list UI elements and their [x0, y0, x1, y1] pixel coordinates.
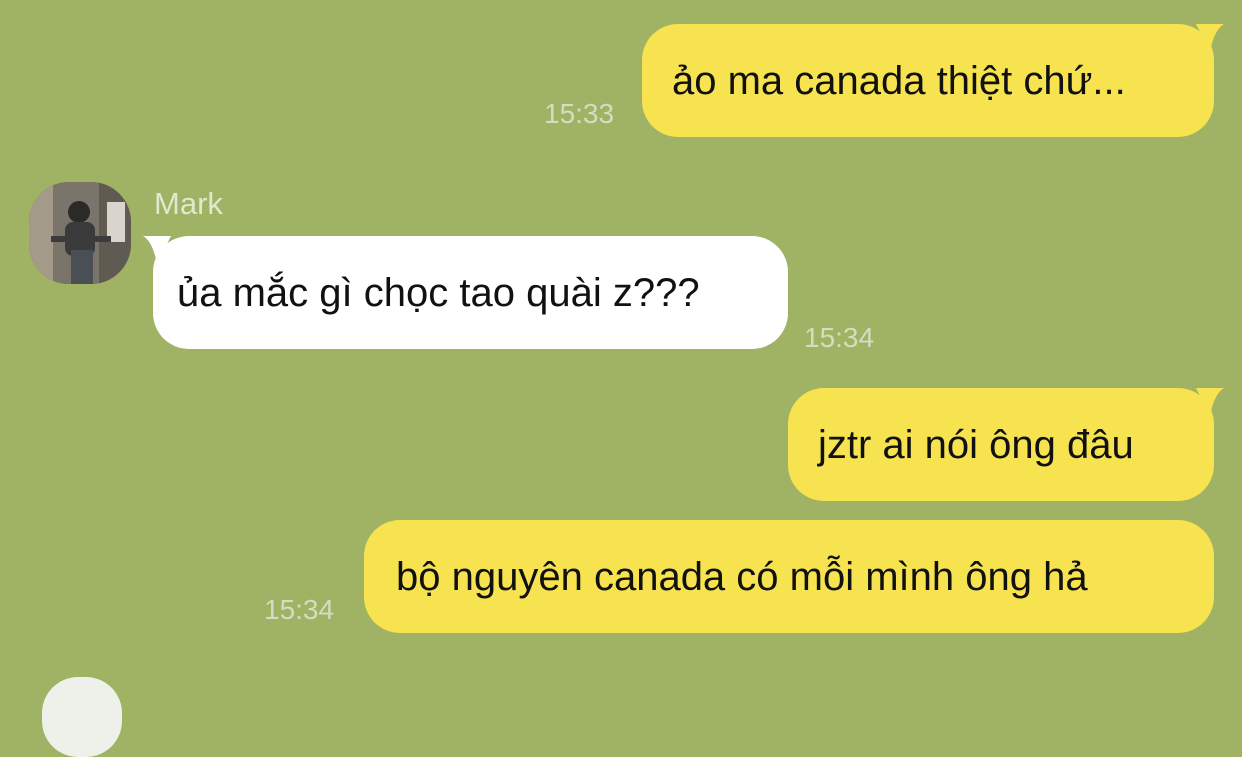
sender-name: Mark — [154, 186, 223, 221]
message-text: ảo ma canada thiệt chứ... — [672, 58, 1126, 103]
message-text: ủa mắc gì chọc tao quài z??? — [177, 270, 700, 315]
avatar-photo-icon — [29, 182, 131, 284]
message-text: jztr ai nói ông đâu — [818, 422, 1134, 467]
message-timestamp: 15:33 — [544, 98, 615, 129]
outgoing-message-bubble[interactable]: bộ nguyên canada có mỗi mình ông hả — [364, 520, 1214, 633]
message-timestamp: 15:34 — [264, 594, 335, 625]
avatar[interactable] — [29, 182, 131, 284]
outgoing-message-bubble[interactable]: ảo ma canada thiệt chứ... — [642, 24, 1224, 137]
bubble-tail-icon — [1196, 388, 1224, 416]
bubble-tail-icon — [143, 236, 171, 264]
chat-thread: ảo ma canada thiệt chứ... 15:33 Mark ủa … — [0, 0, 1242, 757]
outgoing-message-bubble[interactable]: jztr ai nói ông đâu — [788, 388, 1224, 501]
message-timestamp: 15:34 — [804, 322, 875, 353]
bubble-tail-icon — [1196, 24, 1224, 52]
avatar[interactable] — [42, 677, 122, 757]
incoming-message-bubble[interactable]: ủa mắc gì chọc tao quài z??? — [143, 236, 788, 349]
message-text: bộ nguyên canada có mỗi mình ông hả — [396, 554, 1088, 599]
